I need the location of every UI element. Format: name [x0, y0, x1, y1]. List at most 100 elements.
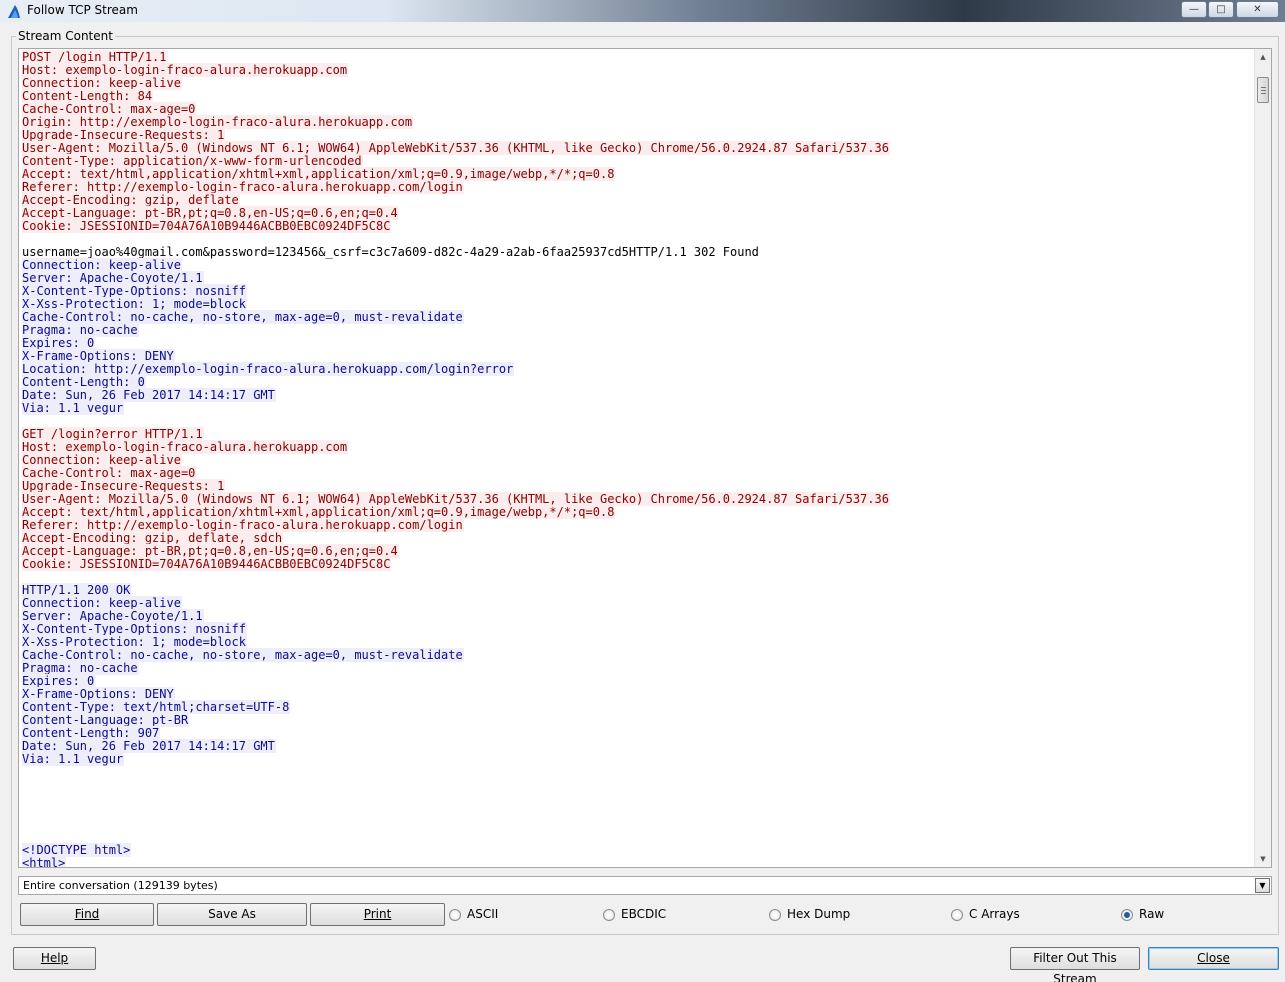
- stream-line-text: [22, 414, 23, 428]
- stream-line: [22, 831, 890, 844]
- stream-content-label: Stream Content: [16, 29, 115, 43]
- stream-line-text: X-Frame-Options: DENY: [22, 349, 175, 363]
- stream-line: [22, 805, 890, 818]
- stream-line-text: GET /login?error HTTP/1.1: [22, 427, 204, 441]
- stream-line-text: Accept-Language: pt-BR,pt;q=0.8,en-US;q=…: [22, 206, 399, 220]
- stream-line: [22, 571, 890, 584]
- radio-ascii-dot[interactable]: [449, 909, 461, 921]
- stream-line-text: Cookie: JSESSIONID=704A76A10B9446ACBB0EB…: [22, 219, 392, 233]
- stream-line-text: Cache-Control: max-age=0: [22, 102, 197, 116]
- filter-out-stream-button[interactable]: Filter Out This Stream: [1010, 947, 1140, 982]
- title-bar: Follow TCP Stream — □ ✕: [0, 0, 1285, 22]
- stream-line-text: Cache-Control: max-age=0: [22, 466, 197, 480]
- scroll-thumb[interactable]: [1257, 77, 1269, 103]
- stream-line: Pragma: no-cache: [22, 323, 890, 337]
- stream-line-text: Expires: 0: [22, 674, 96, 688]
- save-as-button[interactable]: Save As: [157, 903, 307, 926]
- stream-line-text: username=joao%40gmail.com&password=12345…: [22, 245, 759, 259]
- stream-line: [22, 779, 890, 792]
- radio-c-arrays-dot[interactable]: [951, 909, 963, 921]
- scroll-up-arrow-icon[interactable]: ▲: [1255, 49, 1271, 65]
- vertical-scrollbar[interactable]: ▲ ▼: [1254, 49, 1271, 867]
- scroll-down-arrow-icon[interactable]: ▼: [1255, 851, 1271, 867]
- stream-line-text: Cookie: JSESSIONID=704A76A10B9446ACBB0EB…: [22, 557, 392, 571]
- stream-line: [22, 766, 890, 779]
- stream-line-text: Accept-Language: pt-BR,pt;q=0.8,en-US;q=…: [22, 544, 399, 558]
- stream-line-text: Origin: http://exemplo-login-fraco-alura…: [22, 115, 414, 129]
- stream-line-text: Content-Length: 0: [22, 375, 146, 389]
- stream-line-text: POST /login HTTP/1.1: [22, 50, 168, 64]
- stream-line-text: [22, 830, 23, 844]
- close-button[interactable]: Close: [1148, 947, 1279, 970]
- stream-line-text: Connection: keep-alive: [22, 453, 182, 467]
- close-window-button[interactable]: ✕: [1236, 1, 1279, 18]
- window-title: Follow TCP Stream: [27, 3, 138, 17]
- stream-line-text: User-Agent: Mozilla/5.0 (Windows NT 6.1;…: [22, 492, 890, 506]
- stream-line-text: Content-Language: pt-BR: [22, 713, 190, 727]
- stream-line-text: [22, 765, 23, 779]
- stream-line-text: X-Frame-Options: DENY: [22, 687, 175, 701]
- stream-line-text: Upgrade-Insecure-Requests: 1: [22, 479, 226, 493]
- radio-raw-dot[interactable]: [1121, 909, 1133, 921]
- stream-line-text: <html>: [22, 856, 67, 868]
- stream-line-text: User-Agent: Mozilla/5.0 (Windows NT 6.1;…: [22, 141, 890, 155]
- radio-c-arrays-label: C Arrays: [969, 907, 1020, 921]
- help-button[interactable]: Help: [13, 947, 96, 970]
- stream-line: Date: Sun, 26 Feb 2017 14:14:17 GMT: [22, 739, 890, 753]
- stream-line-text: [22, 804, 23, 818]
- help-button-label: Help: [40, 951, 69, 965]
- stream-line-text: Date: Sun, 26 Feb 2017 14:14:17 GMT: [22, 388, 276, 402]
- stream-text-area[interactable]: POST /login HTTP/1.1 Host: exemplo-login-…: [18, 48, 1272, 868]
- stream-line-text: Referer: http://exemplo-login-fraco-alur…: [22, 518, 464, 532]
- print-button-label: Print: [363, 907, 392, 921]
- wireshark-fin-icon: [8, 5, 20, 18]
- stream-line-text: X-Xss-Protection: 1; mode=block: [22, 635, 247, 649]
- radio-hex-dump-dot[interactable]: [769, 909, 781, 921]
- stream-line: Location: http://exemplo-login-fraco-alu…: [22, 362, 890, 376]
- stream-line-text: <!DOCTYPE html>: [22, 843, 132, 857]
- stream-line-text: Pragma: no-cache: [22, 323, 139, 337]
- stream-line-text: Content-Length: 84: [22, 89, 154, 103]
- stream-line-text: Location: http://exemplo-login-fraco-alu…: [22, 362, 515, 376]
- stream-line: Pragma: no-cache: [22, 661, 890, 675]
- radio-ebcdic-dot[interactable]: [603, 909, 615, 921]
- stream-line-text: Host: exemplo-login-fraco-alura.herokuap…: [22, 440, 349, 454]
- stream-line-text: Server: Apache-Coyote/1.1: [22, 271, 204, 285]
- minimize-button[interactable]: —: [1181, 1, 1207, 18]
- stream-text: POST /login HTTP/1.1 Host: exemplo-login-…: [22, 50, 890, 868]
- stream-line-text: Accept: text/html,application/xhtml+xml,…: [22, 167, 616, 181]
- stream-line-text: HTTP/1.1 200 OK: [22, 583, 132, 597]
- stream-line-text: Upgrade-Insecure-Requests: 1: [22, 128, 226, 142]
- stream-line-text: [22, 778, 23, 792]
- stream-line: <!DOCTYPE html>: [22, 843, 890, 857]
- conversation-select[interactable]: Entire conversation (129139 bytes) ▼: [18, 876, 1272, 895]
- maximize-button[interactable]: □: [1208, 1, 1234, 18]
- find-button[interactable]: Find: [20, 903, 154, 926]
- stream-line-text: Content-Length: 907: [22, 726, 161, 740]
- stream-line: Cookie: JSESSIONID=704A76A10B9446ACBB0EB…: [22, 557, 890, 571]
- stream-line: Via: 1.1 vegur: [22, 752, 890, 766]
- stream-line-text: Cache-Control: no-cache, no-store, max-a…: [22, 648, 464, 662]
- stream-line-text: Host: exemplo-login-fraco-alura.herokuap…: [22, 63, 349, 77]
- stream-line-text: Cache-Control: no-cache, no-store, max-a…: [22, 310, 464, 324]
- radio-hex-dump-label: Hex Dump: [787, 907, 851, 921]
- stream-line: Via: 1.1 vegur: [22, 401, 890, 415]
- stream-line-text: Accept-Encoding: gzip, deflate, sdch: [22, 531, 284, 545]
- stream-line: [22, 818, 890, 831]
- stream-line-text: [22, 232, 23, 246]
- print-button[interactable]: Print: [310, 903, 445, 926]
- stream-line-text: Accept: text/html,application/xhtml+xml,…: [22, 505, 616, 519]
- dropdown-arrow-icon[interactable]: ▼: [1255, 878, 1270, 893]
- radio-ebcdic-label: EBCDIC: [621, 907, 667, 921]
- close-button-label: Close: [1197, 951, 1230, 965]
- stream-line-text: Via: 1.1 vegur: [22, 752, 125, 766]
- radio-ascii-label: ASCII: [467, 907, 499, 921]
- stream-line-text: [22, 570, 23, 584]
- stream-line-text: Expires: 0: [22, 336, 96, 350]
- find-button-label: Find: [74, 907, 100, 921]
- stream-line-text: Content-Type: text/html;charset=UTF-8: [22, 700, 291, 714]
- stream-line-text: Server: Apache-Coyote/1.1: [22, 609, 204, 623]
- stream-line-text: Connection: keep-alive: [22, 596, 182, 610]
- stream-line-text: X-Content-Type-Options: nosniff: [22, 622, 247, 636]
- conversation-select-value: Entire conversation (129139 bytes): [23, 879, 218, 892]
